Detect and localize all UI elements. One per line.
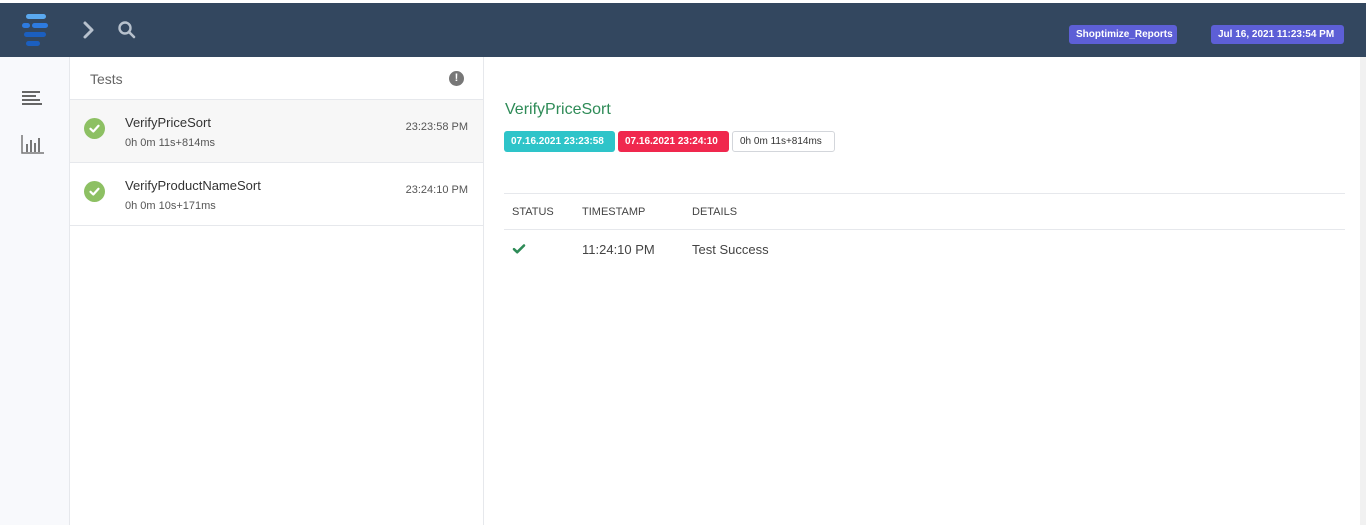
test-duration: 0h 0m 10s+171ms: [125, 200, 216, 212]
test-name: VerifyPriceSort: [125, 115, 211, 130]
column-header-timestamp: TIMESTAMP: [582, 206, 646, 218]
bar-chart-icon[interactable]: [21, 133, 45, 155]
table-row: 11:24:10 PM Test Success: [504, 230, 1345, 270]
column-header-details: DETAILS: [692, 206, 738, 218]
column-header-status: STATUS: [512, 206, 554, 218]
report-date-badge: Jul 16, 2021 11:23:54 PM: [1211, 25, 1344, 44]
search-icon[interactable]: [117, 20, 137, 40]
test-detail-panel: VerifyPriceSort 07.16.2021 23:23:58 07.1…: [484, 57, 1360, 525]
test-list-title: Tests: [90, 71, 123, 87]
list-icon[interactable]: [21, 88, 45, 110]
scrollbar[interactable]: [1360, 57, 1366, 525]
test-item-verifypricesort[interactable]: VerifyPriceSort 0h 0m 11s+814ms 23:23:58…: [70, 100, 483, 163]
test-name: VerifyProductNameSort: [125, 178, 261, 193]
log-table: STATUS TIMESTAMP DETAILS 11:24:10 PM Tes…: [504, 193, 1345, 270]
pass-check-icon: [84, 181, 105, 202]
sidebar: [0, 57, 70, 525]
test-duration: 0h 0m 11s+814ms: [125, 137, 215, 149]
top-navbar: Shoptimize_Reports Jul 16, 2021 11:23:54…: [0, 0, 1366, 57]
test-time: 23:23:58 PM: [405, 121, 468, 133]
duration-tag: 0h 0m 11s+814ms: [732, 131, 835, 152]
log-timestamp: 11:24:10 PM: [582, 242, 655, 257]
pass-check-icon: [84, 118, 105, 139]
log-details: Test Success: [692, 242, 769, 257]
pass-checkmark-icon: [512, 243, 526, 258]
chevron-right-icon[interactable]: [80, 19, 98, 41]
report-name-badge: Shoptimize_Reports: [1069, 25, 1177, 44]
extent-logo-icon[interactable]: [22, 14, 48, 46]
info-icon[interactable]: !: [449, 71, 464, 86]
test-list-header: Tests !: [70, 57, 483, 100]
end-time-tag: 07.16.2021 23:24:10: [618, 131, 729, 152]
test-detail-title: VerifyPriceSort: [505, 101, 611, 118]
test-time: 23:24:10 PM: [405, 184, 468, 196]
log-table-header: STATUS TIMESTAMP DETAILS: [504, 194, 1345, 230]
test-item-verifyproductnamesort[interactable]: VerifyProductNameSort 0h 0m 10s+171ms 23…: [70, 163, 483, 226]
test-list-panel: Tests ! VerifyPriceSort 0h 0m 11s+814ms …: [70, 57, 484, 525]
start-time-tag: 07.16.2021 23:23:58: [504, 131, 615, 152]
